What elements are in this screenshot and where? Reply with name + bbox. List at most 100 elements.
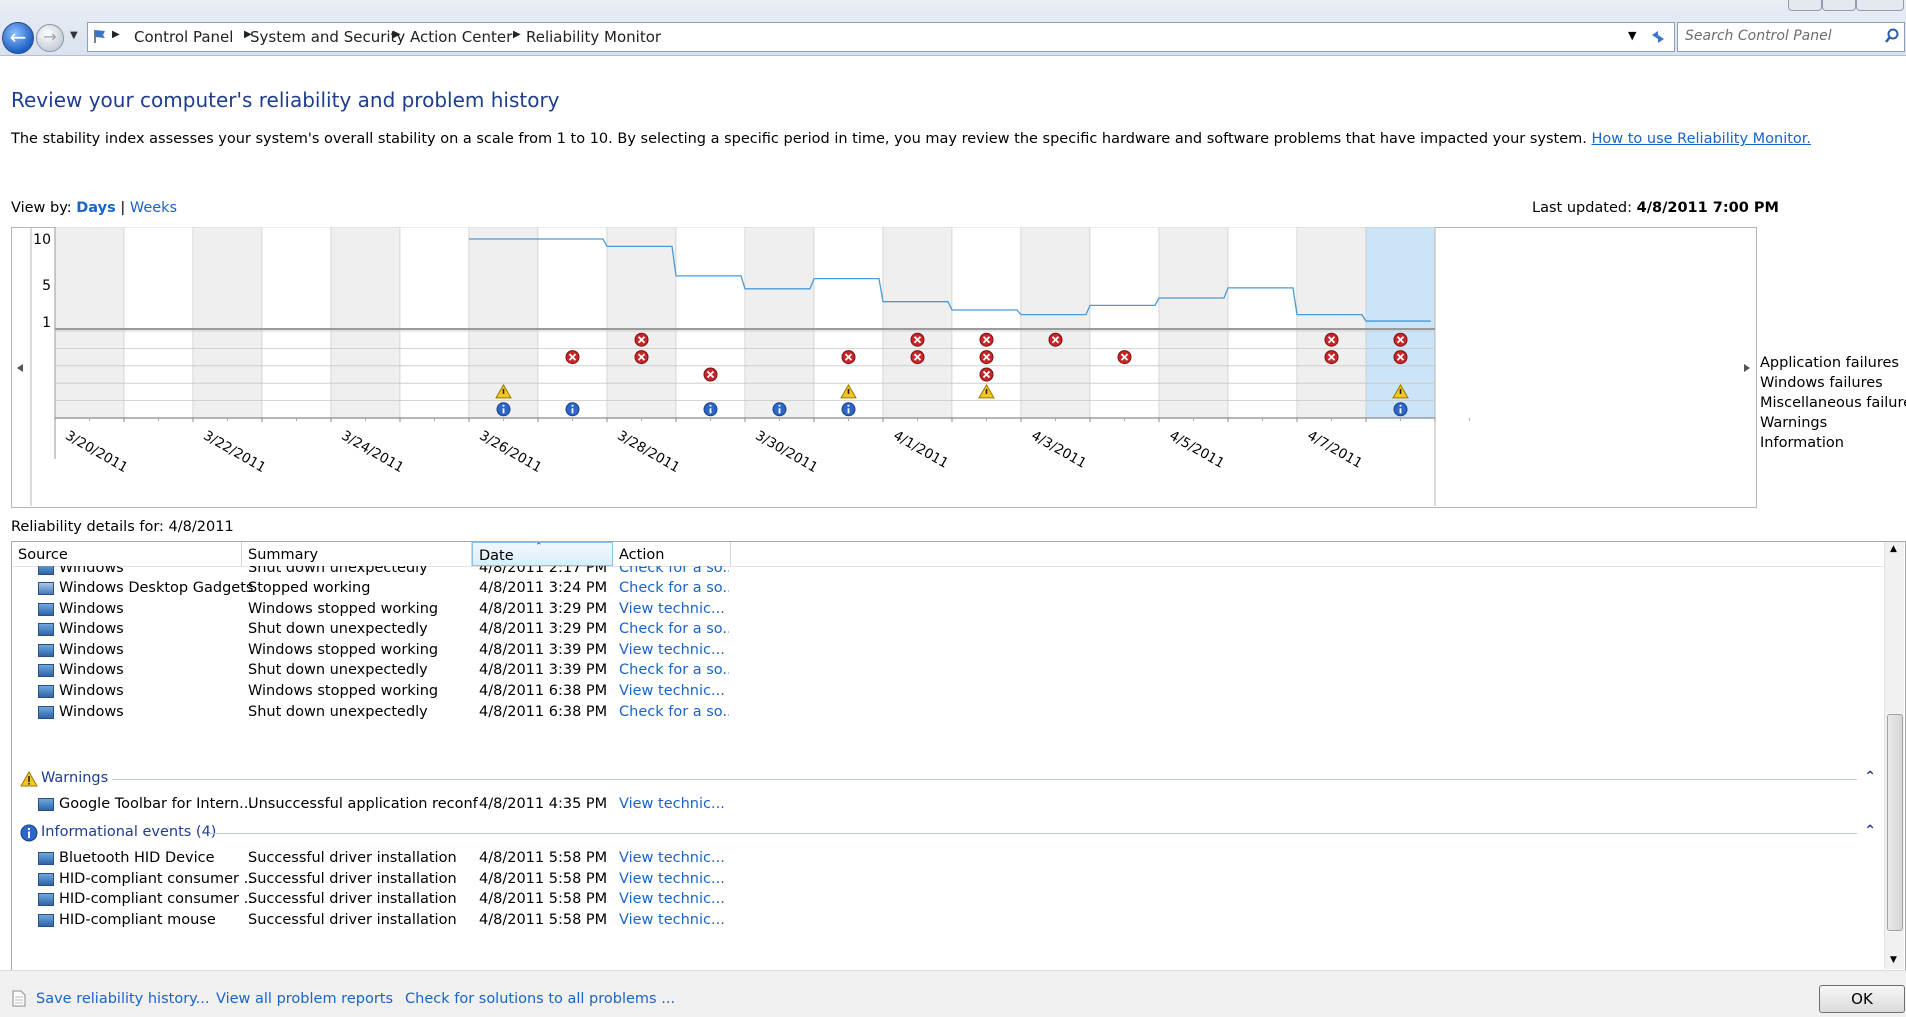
back-arrow-icon[interactable]: ← bbox=[2, 22, 34, 54]
device-icon bbox=[38, 893, 54, 907]
breadcrumb-separator[interactable]: ▶ bbox=[513, 29, 521, 40]
scroll-down-icon[interactable]: ▼ bbox=[1890, 955, 1897, 965]
search-icon[interactable] bbox=[1884, 28, 1900, 44]
description-text: The stability index assesses your system… bbox=[11, 131, 1587, 147]
row-source: Google Toolbar for Intern... bbox=[59, 796, 253, 812]
column-header-source[interactable]: Source bbox=[12, 542, 242, 566]
row-summary: Windows stopped working bbox=[248, 683, 439, 699]
scroll-up-icon[interactable]: ▲ bbox=[1890, 544, 1897, 554]
row-source: HID-compliant consumer ... bbox=[59, 891, 254, 908]
search-input[interactable]: Search Control Panel bbox=[1677, 22, 1905, 52]
row-action-link[interactable]: Check for a so... bbox=[619, 580, 729, 596]
table-row[interactable]: Windows Shut down unexpectedly 4/8/2011 6:… bbox=[12, 700, 1882, 725]
row-action-link[interactable]: Check for a so... bbox=[619, 662, 729, 678]
warning-icon-mark bbox=[985, 388, 988, 394]
breadcrumb[interactable]: ▶ Control Panel ▶ System and Security ▶ … bbox=[87, 22, 1675, 52]
table-row[interactable]: Google Toolbar for Intern... Unsuccessful… bbox=[12, 792, 1882, 817]
check-solutions-link[interactable]: Check for solutions to all problems ... bbox=[405, 991, 675, 1007]
save-history-link[interactable]: Save reliability history... bbox=[36, 991, 210, 1007]
row-summary: Windows stopped working bbox=[248, 600, 439, 617]
reliability-chart[interactable]: 10 5 1 3/20/2011 3/22/2011 3/24/2011 3/26/2011… bbox=[11, 227, 1756, 508]
column-header-summary[interactable]: Summary bbox=[242, 542, 472, 566]
ok-button[interactable]: OK bbox=[1819, 985, 1905, 1013]
maximize-button[interactable] bbox=[1822, 0, 1856, 11]
row-date: 4/8/2011 3:29 PM bbox=[479, 600, 608, 617]
info-icon-dot bbox=[1399, 404, 1402, 407]
row-action-link[interactable]: View technic... bbox=[619, 601, 729, 617]
info-icon-dot bbox=[502, 404, 505, 407]
vertical-scrollbar[interactable]: ▲ ▼ bbox=[1884, 542, 1904, 969]
address-dropdown-icon[interactable]: ▼ bbox=[1628, 29, 1636, 42]
row-source: HID-compliant consumer ... bbox=[59, 870, 254, 887]
breadcrumb-item[interactable]: Action Center bbox=[410, 28, 512, 46]
day-column bbox=[882, 227, 953, 419]
row-action-link[interactable]: View technic... bbox=[619, 850, 729, 866]
info-icon-dot bbox=[709, 404, 712, 407]
breadcrumb-separator[interactable]: ▶ bbox=[112, 29, 120, 40]
info-icon-mark bbox=[709, 408, 712, 414]
row-date: 4/8/2011 3:39 PM bbox=[479, 641, 608, 658]
row-action-link[interactable]: View technic... bbox=[619, 871, 729, 887]
view-by-days-link[interactable]: Days bbox=[76, 200, 115, 216]
view-all-reports-link[interactable]: View all problem reports bbox=[216, 991, 393, 1007]
row-source: Windows bbox=[59, 621, 124, 638]
row-source: Bluetooth HID Device bbox=[59, 850, 215, 866]
breadcrumb-item[interactable]: Control Panel bbox=[134, 28, 233, 46]
view-by-weeks-link[interactable]: Weeks bbox=[130, 200, 177, 216]
recent-pages-dropdown[interactable]: ▼ bbox=[70, 30, 78, 41]
warnings-group-header[interactable]: Warnings ⌃ bbox=[12, 766, 1882, 792]
row-action-link[interactable]: View technic... bbox=[619, 891, 729, 907]
day-column bbox=[54, 227, 125, 419]
y-tick-label: 10 bbox=[33, 232, 51, 248]
row-summary: Successful driver installation bbox=[248, 911, 457, 928]
collapse-icon[interactable]: ⌃ bbox=[1864, 769, 1876, 785]
row-date: 4/8/2011 5:58 PM bbox=[479, 870, 608, 887]
breadcrumb-item[interactable]: System and Security bbox=[250, 28, 405, 46]
row-summary: Shut down unexpectedly bbox=[248, 703, 428, 720]
minimize-button[interactable] bbox=[1788, 0, 1822, 11]
day-column bbox=[675, 227, 746, 419]
refresh-icon[interactable] bbox=[1648, 28, 1668, 46]
informational-group-header[interactable]: Informational events (4) ⌃ bbox=[12, 820, 1882, 846]
row-date: 4/8/2011 5:58 PM bbox=[479, 911, 608, 928]
row-action-link[interactable]: View technic... bbox=[619, 796, 729, 812]
row-action-link[interactable]: View technic... bbox=[619, 683, 729, 699]
breadcrumb-item-current[interactable]: Reliability Monitor bbox=[526, 28, 661, 46]
day-column bbox=[537, 227, 608, 419]
row-action-link[interactable]: View technic... bbox=[619, 912, 729, 928]
info-icon-mark bbox=[1399, 408, 1402, 414]
breadcrumb-separator[interactable]: ▶ bbox=[393, 29, 401, 40]
row-source: Windows bbox=[59, 600, 124, 617]
legend-miscellaneous-failures: Miscellaneous failures bbox=[1760, 395, 1906, 411]
x-tick-label: 3/20/2011 bbox=[63, 428, 131, 476]
device-icon bbox=[38, 685, 54, 698]
column-header-date[interactable]: Date ⌃ bbox=[472, 542, 613, 566]
row-summary: Successful driver installation bbox=[248, 870, 457, 887]
row-date: 4/8/2011 3:24 PM bbox=[479, 580, 608, 596]
details-list[interactable]: Source Summary Date ⌃ Action Windows Shu… bbox=[11, 541, 1906, 971]
page-title: Review your computer's reliability and p… bbox=[11, 88, 560, 112]
day-column bbox=[1158, 227, 1229, 419]
x-tick-label: 3/30/2011 bbox=[753, 428, 821, 476]
table-row[interactable]: HID-compliant mouse Successful driver ins… bbox=[12, 908, 1882, 933]
row-action-link[interactable]: View technic... bbox=[619, 642, 729, 658]
x-tick-label: 4/1/2011 bbox=[891, 428, 952, 472]
forward-arrow-icon[interactable]: → bbox=[36, 24, 64, 52]
collapse-icon[interactable]: ⌃ bbox=[1864, 823, 1876, 839]
scroll-right-icon[interactable] bbox=[1744, 364, 1750, 372]
device-icon bbox=[38, 913, 54, 927]
scroll-left-icon[interactable] bbox=[17, 364, 23, 372]
close-button[interactable] bbox=[1856, 0, 1904, 11]
column-header-action[interactable]: Action bbox=[613, 542, 731, 566]
row-action-link[interactable]: Check for a so... bbox=[619, 704, 729, 720]
row-date: 4/8/2011 3:39 PM bbox=[479, 662, 608, 679]
row-summary: Unsuccessful application reconf... bbox=[248, 796, 478, 812]
device-icon bbox=[38, 602, 54, 616]
scrollbar-thumb[interactable] bbox=[1887, 714, 1903, 931]
row-action-link[interactable]: Check for a so... bbox=[619, 621, 729, 637]
document-icon bbox=[12, 990, 26, 1007]
legend-warnings: Warnings bbox=[1760, 415, 1828, 431]
help-link[interactable]: How to use Reliability Monitor. bbox=[1592, 131, 1812, 147]
day-column bbox=[399, 227, 470, 419]
row-summary: Shut down unexpectedly bbox=[248, 621, 428, 638]
